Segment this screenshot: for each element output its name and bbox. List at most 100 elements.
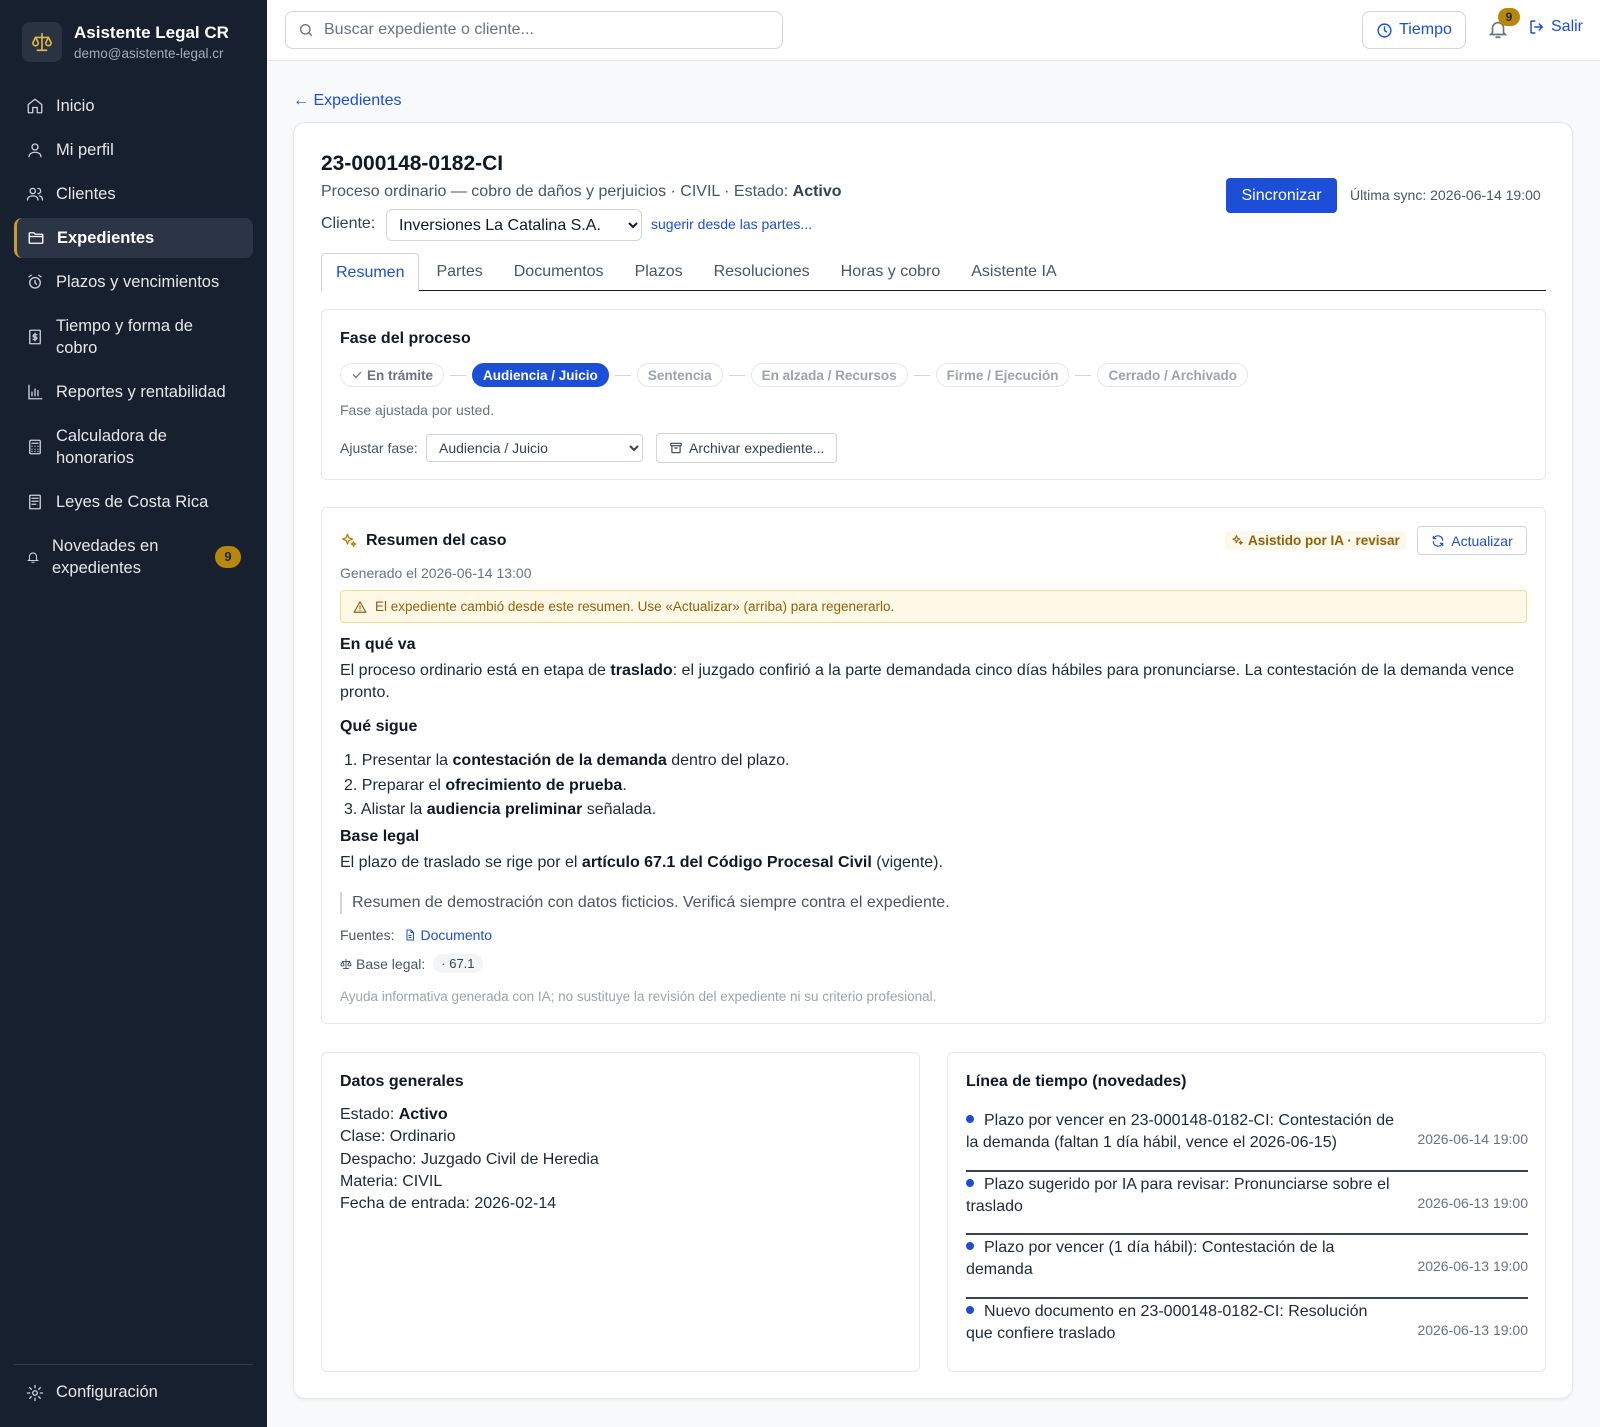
- sidebar-item-label: Mi perfil: [56, 141, 114, 159]
- timeline-item-text-wrap: Nuevo documento en 23-000148-0182-CI: Re…: [966, 1301, 1396, 1345]
- text-bold: ofrecimiento de prueba: [445, 776, 623, 794]
- timeline-item-date: 2026-06-13 19:00: [1417, 1321, 1528, 1338]
- tab-partes[interactable]: Partes: [422, 253, 496, 291]
- tab-asistente-ia[interactable]: Asistente IA: [957, 253, 1070, 291]
- sidebar-item-clientes[interactable]: Clientes: [14, 174, 253, 214]
- case-tabs: Resumen Partes Documentos Plazos Resoluc…: [321, 253, 1546, 292]
- fase-title: Fase del proceso: [340, 330, 471, 347]
- tab-resoluciones[interactable]: Resoluciones: [700, 253, 824, 291]
- back-to-expedientes-link[interactable]: ← Expedientes: [293, 92, 402, 110]
- demo-quote: Resumen de demostración con datos fictic…: [340, 892, 950, 914]
- sidebar-item-label: Inicio: [56, 97, 95, 115]
- sidebar-item-label: Novedades en expedientes: [52, 537, 159, 577]
- sidebar-item-novedades[interactable]: Novedades en expedientes 9: [14, 526, 253, 588]
- user-icon: [28, 143, 42, 158]
- step-number: 1.: [344, 752, 358, 769]
- generated-date: Generado el 2026-06-14 13:00: [340, 565, 532, 581]
- phase-en-alzada[interactable]: En alzada / Recursos: [750, 363, 908, 387]
- sidebar-item-label: Tiempo y forma de cobro: [56, 317, 193, 357]
- document-icon: [406, 929, 415, 941]
- phase-firme-ejecucion[interactable]: Firme / Ejecución: [935, 363, 1070, 387]
- check-icon: [352, 371, 362, 379]
- timeline-item-date: 2026-06-14 19:00: [1417, 1131, 1528, 1147]
- step-number: 3.: [344, 801, 358, 818]
- source-document-link[interactable]: Documento: [404, 927, 492, 943]
- ai-disclaimer: Ayuda informativa generada con IA; no su…: [340, 989, 937, 1004]
- data-row: Despacho: Juzgado Civil de Heredia: [340, 1149, 599, 1171]
- timeline-item[interactable]: Plazo sugerido por IA para revisar: Pron…: [966, 1172, 1528, 1235]
- phase-audiencia-juicio[interactable]: Audiencia / Juicio: [472, 363, 609, 387]
- fase-panel: Fase del proceso En trámite Audiencia / …: [321, 309, 1546, 480]
- logout-icon: [1530, 20, 1543, 34]
- text-part: Presentar la: [361, 752, 453, 769]
- sidebar-item-tiempo-cobro[interactable]: Tiempo y forma de cobro: [14, 306, 253, 368]
- text-bold: traslado: [610, 662, 673, 679]
- data-label: Materia:: [340, 1172, 403, 1190]
- brand[interactable]: Asistente Legal CR demo@asistente-legal.…: [22, 22, 229, 62]
- search-box[interactable]: [285, 11, 783, 49]
- timeline-item[interactable]: Plazo por vencer en 23-000148-0182-CI: C…: [966, 1108, 1528, 1172]
- fase-select[interactable]: Audiencia / Juicio: [426, 434, 643, 462]
- timeline-panel: Línea de tiempo (novedades) Plazo por ve…: [947, 1052, 1546, 1372]
- folder-icon: [28, 232, 44, 244]
- sidebar-item-inicio[interactable]: Inicio: [14, 86, 253, 126]
- sync-button[interactable]: Sincronizar: [1226, 178, 1337, 213]
- list-item: 2. Preparar el ofrecimiento de prueba.: [340, 774, 790, 799]
- bar-chart-icon: [28, 384, 43, 400]
- stale-summary-warning: El expediente cambió desde este resumen.…: [340, 590, 1527, 623]
- notifications-count-badge: 9: [1498, 8, 1520, 26]
- tab-horas-cobro[interactable]: Horas y cobro: [827, 253, 955, 291]
- sidebar-item-configuracion[interactable]: Configuración: [26, 1383, 158, 1402]
- gear-icon: [26, 1384, 44, 1401]
- logout-button[interactable]: Salir: [1528, 18, 1583, 36]
- case-subtitle-text: Proceso ordinario — cobro de daños y per…: [321, 183, 793, 200]
- update-summary-button[interactable]: Actualizar: [1417, 526, 1527, 555]
- bullet-dot: [966, 1305, 974, 1314]
- client-select[interactable]: Inversiones La Catalina S.A.: [386, 209, 642, 241]
- phase-en-tramite[interactable]: En trámite: [340, 363, 445, 387]
- timeline-item-text-wrap: Plazo por vencer (1 día hábil): Contesta…: [966, 1237, 1396, 1281]
- suggest-from-parties-link[interactable]: sugerir desde las partes...: [651, 216, 812, 232]
- step-number: 2.: [344, 776, 358, 794]
- tab-documentos[interactable]: Documentos: [500, 253, 618, 291]
- home-icon: [27, 98, 43, 114]
- tiempo-button[interactable]: Tiempo: [1362, 11, 1466, 49]
- sidebar-item-reportes[interactable]: Reportes y rentabilidad: [14, 372, 253, 412]
- summary-title: Resumen del caso: [366, 532, 507, 549]
- list-item: 1. Presentar la contestación de la deman…: [340, 749, 790, 774]
- timeline-item-date: 2026-06-13 19:00: [1417, 1258, 1528, 1274]
- sidebar-item-leyes[interactable]: Leyes de Costa Rica: [14, 482, 253, 522]
- sidebar-item-perfil[interactable]: Mi perfil: [14, 130, 253, 170]
- legal-article-chip[interactable]: · 67.1: [433, 954, 483, 973]
- phase-cerrado-archivado[interactable]: Cerrado / Archivado: [1097, 363, 1248, 387]
- last-sync-text: Última sync: 2026-06-14 19:00: [1350, 187, 1541, 203]
- timeline-list: Plazo por vencer en 23-000148-0182-CI: C…: [966, 1108, 1528, 1362]
- brand-email: demo@asistente-legal.cr: [74, 46, 224, 61]
- sidebar-item-plazos[interactable]: Plazos y vencimientos: [14, 262, 253, 302]
- timeline-item[interactable]: Plazo por vencer (1 día hábil): Contesta…: [966, 1235, 1528, 1299]
- sparkles-icon: [1232, 535, 1243, 545]
- text-bold: artículo 67.1 del Código Procesal Civil: [581, 854, 872, 871]
- sidebar-item-calculadora[interactable]: Calculadora de honorarios: [14, 416, 253, 478]
- search-input[interactable]: [324, 21, 764, 39]
- timeline-item[interactable]: Nuevo documento en 23-000148-0182-CI: Re…: [966, 1299, 1528, 1363]
- timeline-item-text: Nuevo documento en 23-000148-0182-CI: Re…: [966, 1302, 1368, 1342]
- text-part: .: [622, 776, 627, 794]
- tab-plazos[interactable]: Plazos: [621, 253, 697, 291]
- phase-separator: [1075, 374, 1092, 376]
- sidebar-item-expedientes[interactable]: Expedientes: [14, 218, 253, 258]
- search-icon: [300, 24, 312, 36]
- data-row: Estado: Activo: [340, 1104, 599, 1126]
- sidebar-divider: [14, 1364, 253, 1365]
- section-base-legal-text: El plazo de traslado se rige por el artí…: [340, 852, 1520, 874]
- warning-icon: [353, 600, 367, 613]
- archive-case-button[interactable]: Archivar expediente...: [656, 433, 838, 463]
- phase-sentencia[interactable]: Sentencia: [636, 363, 723, 387]
- data-label: Despacho:: [340, 1150, 421, 1168]
- text-part: El proceso ordinario está en etapa de: [340, 662, 611, 679]
- refresh-icon: [1433, 534, 1444, 547]
- phase-separator: [450, 374, 467, 376]
- client-label: Cliente:: [321, 215, 376, 232]
- list-item: 3. Alistar la audiencia preliminar señal…: [340, 798, 790, 823]
- tab-resumen[interactable]: Resumen: [321, 253, 420, 292]
